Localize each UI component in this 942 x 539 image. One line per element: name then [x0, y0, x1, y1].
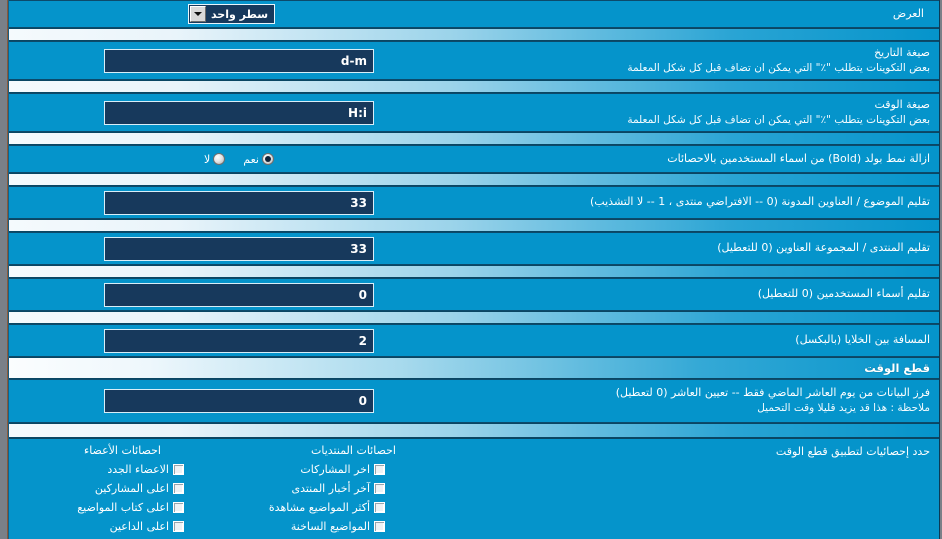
checkbox[interactable] [173, 502, 184, 513]
cell-spacing-label: المسافة بين الخلايا (بالبكسل) [795, 333, 930, 347]
row-remove-bold: ازالة نمط بولد (Bold) من اسماء المستخدمي… [9, 145, 939, 173]
section-header-time-cut: قطع الوقت [9, 357, 939, 379]
stats-column-forums-list: اخر المشاركات آخر أخبار المنتدى أكثر الم… [238, 460, 469, 539]
row-separator [9, 219, 939, 232]
time-format-hint: بعض التكوينات يتطلب "٪" التي يمكن ان تضا… [627, 113, 930, 126]
stats-column-members-list: الاعضاء الجدد اعلى المشاركين اعلى كتاب ا… [9, 460, 238, 539]
row-time-format: صيغة الوقت بعض التكوينات يتطلب "٪" التي … [9, 93, 939, 132]
checkbox-label: اعلى الداعين [109, 520, 169, 533]
checkbox-label: أكثر المواضيع مشاهدة [268, 501, 370, 514]
chevron-down-icon[interactable] [189, 6, 206, 22]
trim-usernames-label: تقليم أسماء المستخدمين (0 للتعطيل) [757, 287, 930, 301]
list-item[interactable]: أكثر المواضيع مشاهدة [238, 498, 469, 517]
remove-bold-radio-group: نعم لا [204, 153, 274, 166]
section-title: قطع الوقت [864, 361, 930, 375]
list-item[interactable]: اخر المشاركات [238, 460, 469, 479]
date-format-label: صيغة التاريخ بعض التكوينات يتطلب "٪" الت… [469, 46, 939, 75]
time-format-input[interactable] [104, 100, 374, 125]
row-separator [9, 423, 939, 438]
radio-no-label: لا [204, 152, 211, 166]
row-stats-selection: حدد إحصائيات لتطبيق قطع الوقت احصائات ال… [9, 438, 939, 539]
checkbox[interactable] [374, 464, 385, 475]
trim-thread-titles-input[interactable] [104, 190, 374, 215]
options-page: العرض سطر واحد صيغة التاريخ بعض التكوينا… [0, 0, 942, 539]
checkbox[interactable] [173, 464, 184, 475]
list-item[interactable]: آخر أخبار المنتدى [238, 479, 469, 498]
row-cell-spacing: المسافة بين الخلايا (بالبكسل) [9, 324, 939, 357]
radio-yes-indicator[interactable] [262, 153, 274, 165]
row-separator [9, 173, 939, 186]
stats-column-members-title: احصائات الأعضاء [84, 444, 161, 457]
date-format-input[interactable] [104, 48, 374, 73]
row-separator [9, 80, 939, 93]
trim-forum-titles-label: تقليم المنتدى / المجموعة العناوين (0 للت… [717, 241, 930, 255]
checkbox[interactable] [374, 483, 385, 494]
cell-spacing-input[interactable] [104, 328, 374, 353]
row-separator [9, 265, 939, 278]
display-label: العرض [892, 7, 924, 21]
time-format-label: صيغة الوقت بعض التكوينات يتطلب "٪" التي … [469, 98, 939, 127]
list-item[interactable]: اعلى المشاركين [9, 479, 238, 498]
row-separator [9, 28, 939, 41]
trim-usernames-input[interactable] [104, 282, 374, 307]
radio-yes[interactable]: نعم [243, 153, 274, 166]
checkbox[interactable] [374, 502, 385, 513]
radio-no[interactable]: لا [204, 152, 226, 166]
date-format-title: صيغة التاريخ [874, 45, 930, 59]
cutoff-control [9, 389, 469, 413]
checkbox-label: آخر أخبار المنتدى [291, 482, 370, 495]
row-separator [9, 132, 939, 145]
stats-intro: حدد إحصائيات لتطبيق قطع الوقت [775, 445, 930, 458]
stats-column-forums-title: احصائات المنتديات [311, 444, 396, 457]
radio-yes-label: نعم [243, 152, 259, 166]
stats-column-members: احصائات الأعضاء الاعضاء الجدد اعلى المشا… [9, 439, 238, 539]
date-format-control [9, 48, 469, 73]
checkbox[interactable] [374, 521, 385, 532]
date-format-hint: بعض التكوينات يتطلب "٪" التي يمكن ان تضا… [627, 61, 930, 74]
stats-column-forums: احصائات المنتديات اخر المشاركات آخر أخبا… [238, 439, 469, 539]
row-display: العرض سطر واحد [9, 0, 939, 28]
trim-usernames-control [9, 282, 469, 307]
checkbox-label: اخر المشاركات [300, 463, 370, 476]
time-format-title: صيغة الوقت [874, 97, 930, 111]
row-separator [9, 311, 939, 324]
list-item[interactable]: اعلى كتاب المواضيع [9, 498, 238, 517]
cutoff-hint: ملاحظة : هذا قد يزيد قليلا وقت التحميل [757, 402, 930, 415]
checkbox-label: اعلى المشاركين [94, 482, 169, 495]
cutoff-label: فرز البيانات من يوم العاشر الماضي فقط --… [469, 386, 939, 415]
options-frame: العرض سطر واحد صيغة التاريخ بعض التكوينا… [8, 0, 940, 539]
cutoff-title: فرز البيانات من يوم العاشر الماضي فقط --… [615, 386, 930, 400]
display-select[interactable]: سطر واحد [187, 4, 276, 24]
row-trim-thread-titles: تقليم الموضوع / العناوين المدونة (0 -- ا… [9, 186, 939, 219]
checkbox[interactable] [173, 483, 184, 494]
remove-bold-control: نعم لا [9, 153, 469, 166]
checkbox[interactable] [173, 521, 184, 532]
row-cutoff: فرز البيانات من يوم العاشر الماضي فقط --… [9, 379, 939, 423]
display-control: سطر واحد [9, 4, 454, 24]
row-date-format: صيغة التاريخ بعض التكوينات يتطلب "٪" الت… [9, 41, 939, 80]
list-item[interactable]: المواضيع الساخنة [238, 517, 469, 536]
list-item[interactable]: الاعضاء الجدد [9, 460, 238, 479]
checkbox-label: اعلى كتاب المواضيع [77, 501, 169, 514]
checkbox-label: المواضيع الساخنة [290, 520, 370, 533]
radio-no-indicator[interactable] [213, 153, 226, 165]
display-select-value: سطر واحد [210, 7, 269, 21]
trim-forum-titles-control [9, 236, 469, 261]
time-format-control [9, 100, 469, 125]
remove-bold-label: ازالة نمط بولد (Bold) من اسماء المستخدمي… [667, 151, 930, 165]
list-item[interactable]: اعلى الداعين [9, 517, 238, 536]
checkbox-label: الاعضاء الجدد [107, 463, 169, 476]
trim-thread-titles-control [9, 190, 469, 215]
trim-thread-titles-label: تقليم الموضوع / العناوين المدونة (0 -- ا… [590, 195, 930, 209]
trim-forum-titles-input[interactable] [104, 236, 374, 261]
cell-spacing-control [9, 328, 469, 353]
row-trim-forum-titles: تقليم المنتدى / المجموعة العناوين (0 للت… [9, 232, 939, 265]
cutoff-input[interactable] [104, 389, 374, 413]
row-trim-usernames: تقليم أسماء المستخدمين (0 للتعطيل) [9, 278, 939, 311]
